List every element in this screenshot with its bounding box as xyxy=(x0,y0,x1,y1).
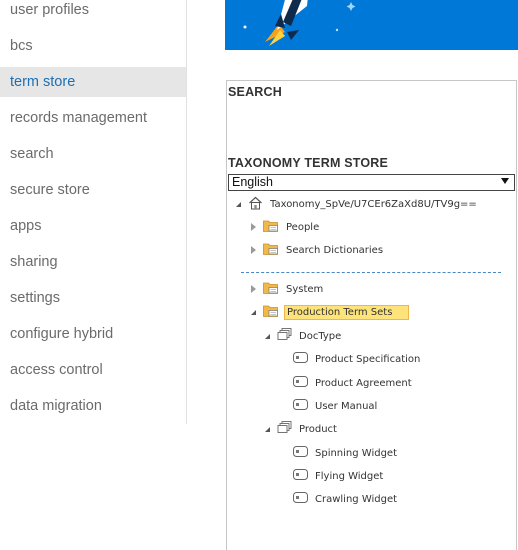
nav-item-apps[interactable]: apps xyxy=(0,211,186,241)
tree-node-group-production-term-sets[interactable]: Production Term Sets xyxy=(251,303,410,321)
folder-icon xyxy=(263,281,279,297)
language-select-value: English xyxy=(232,175,273,189)
nav-item-settings[interactable]: settings xyxy=(0,283,186,313)
tree-node-term[interactable]: Crawling Widget xyxy=(293,490,399,508)
nav-item-sharing[interactable]: sharing xyxy=(0,247,186,277)
term-icon xyxy=(293,376,308,390)
tree-node-label-selected[interactable]: Production Term Sets xyxy=(284,304,410,320)
term-icon xyxy=(293,399,308,413)
hero-banner xyxy=(225,0,518,50)
rocket-illustration xyxy=(243,0,356,46)
term-set-icon xyxy=(277,328,292,344)
tree-node-termset-product[interactable]: Product xyxy=(265,420,339,438)
language-select[interactable]: English xyxy=(228,174,515,191)
tree-node-label[interactable]: Spinning Widget xyxy=(313,447,399,460)
left-navigation: user profiles bcs term store records man… xyxy=(0,0,187,424)
nav-item-search[interactable]: search xyxy=(0,139,186,169)
expanded-arrow-icon[interactable] xyxy=(265,426,270,432)
folder-icon xyxy=(263,304,279,320)
term-icon xyxy=(293,352,308,366)
collapsed-arrow-icon[interactable] xyxy=(251,223,256,231)
dropdown-arrow-icon[interactable] xyxy=(501,178,509,184)
term-icon xyxy=(293,492,308,506)
nav-item-bcs[interactable]: bcs xyxy=(0,31,186,61)
taxonomy-section-title: TAXONOMY TERM STORE xyxy=(228,156,389,170)
nav-item-secure-store[interactable]: secure store xyxy=(0,175,186,205)
tree-node-label[interactable]: Taxonomy_SpVe/U7CEr6ZaXd8U/TV9g== xyxy=(268,198,479,211)
expanded-arrow-icon[interactable] xyxy=(265,333,270,339)
tree-node-term[interactable]: Spinning Widget xyxy=(293,444,399,462)
term-icon xyxy=(293,446,308,460)
term-icon xyxy=(293,469,308,483)
tree-node-label[interactable]: People xyxy=(284,221,321,234)
tree-node-label[interactable]: Product Agreement xyxy=(313,377,414,390)
term-set-icon xyxy=(277,421,292,437)
tree-node-term[interactable]: User Manual xyxy=(293,397,379,415)
tree-node-label[interactable]: Product Specification xyxy=(313,353,422,366)
nav-item-configure-hybrid[interactable]: configure hybrid xyxy=(0,319,186,349)
tree-node-term[interactable]: Product Specification xyxy=(293,350,422,368)
tree-node-term[interactable]: Product Agreement xyxy=(293,374,414,392)
tree-node-label[interactable]: User Manual xyxy=(313,400,379,413)
search-section-title: SEARCH xyxy=(228,85,282,99)
collapsed-arrow-icon[interactable] xyxy=(251,285,256,293)
expanded-arrow-icon[interactable] xyxy=(251,309,256,315)
tree-node-label[interactable]: System xyxy=(284,283,325,296)
tree-node-term[interactable]: Flying Widget xyxy=(293,467,385,485)
folder-icon xyxy=(263,219,279,235)
tree-node-group-people[interactable]: People xyxy=(251,218,321,236)
folder-icon xyxy=(263,242,279,258)
tree-node-group-search-dictionaries[interactable]: Search Dictionaries xyxy=(251,241,385,259)
tree-node-termset-doctype[interactable]: DocType xyxy=(265,327,343,345)
collapsed-arrow-icon[interactable] xyxy=(251,246,256,254)
tree-node-label[interactable]: DocType xyxy=(297,330,343,343)
tree-node-label[interactable]: Product xyxy=(297,423,339,436)
tree-node-label[interactable]: Search Dictionaries xyxy=(284,244,385,257)
nav-item-records-management[interactable]: records management xyxy=(0,103,186,133)
tree-separator xyxy=(241,272,501,273)
house-icon xyxy=(248,196,263,213)
tree-node-label[interactable]: Crawling Widget xyxy=(313,493,399,506)
tree-node-root[interactable]: Taxonomy_SpVe/U7CEr6ZaXd8U/TV9g== xyxy=(236,195,479,213)
nav-item-data-migration[interactable]: data migration xyxy=(0,391,186,421)
nav-item-access-control[interactable]: access control xyxy=(0,355,186,385)
tree-node-group-system[interactable]: System xyxy=(251,280,325,298)
expanded-arrow-icon[interactable] xyxy=(236,201,241,207)
nav-item-user-profiles[interactable]: user profiles xyxy=(0,0,186,25)
nav-item-term-store[interactable]: term store xyxy=(0,67,186,97)
tree-node-label[interactable]: Flying Widget xyxy=(313,470,385,483)
